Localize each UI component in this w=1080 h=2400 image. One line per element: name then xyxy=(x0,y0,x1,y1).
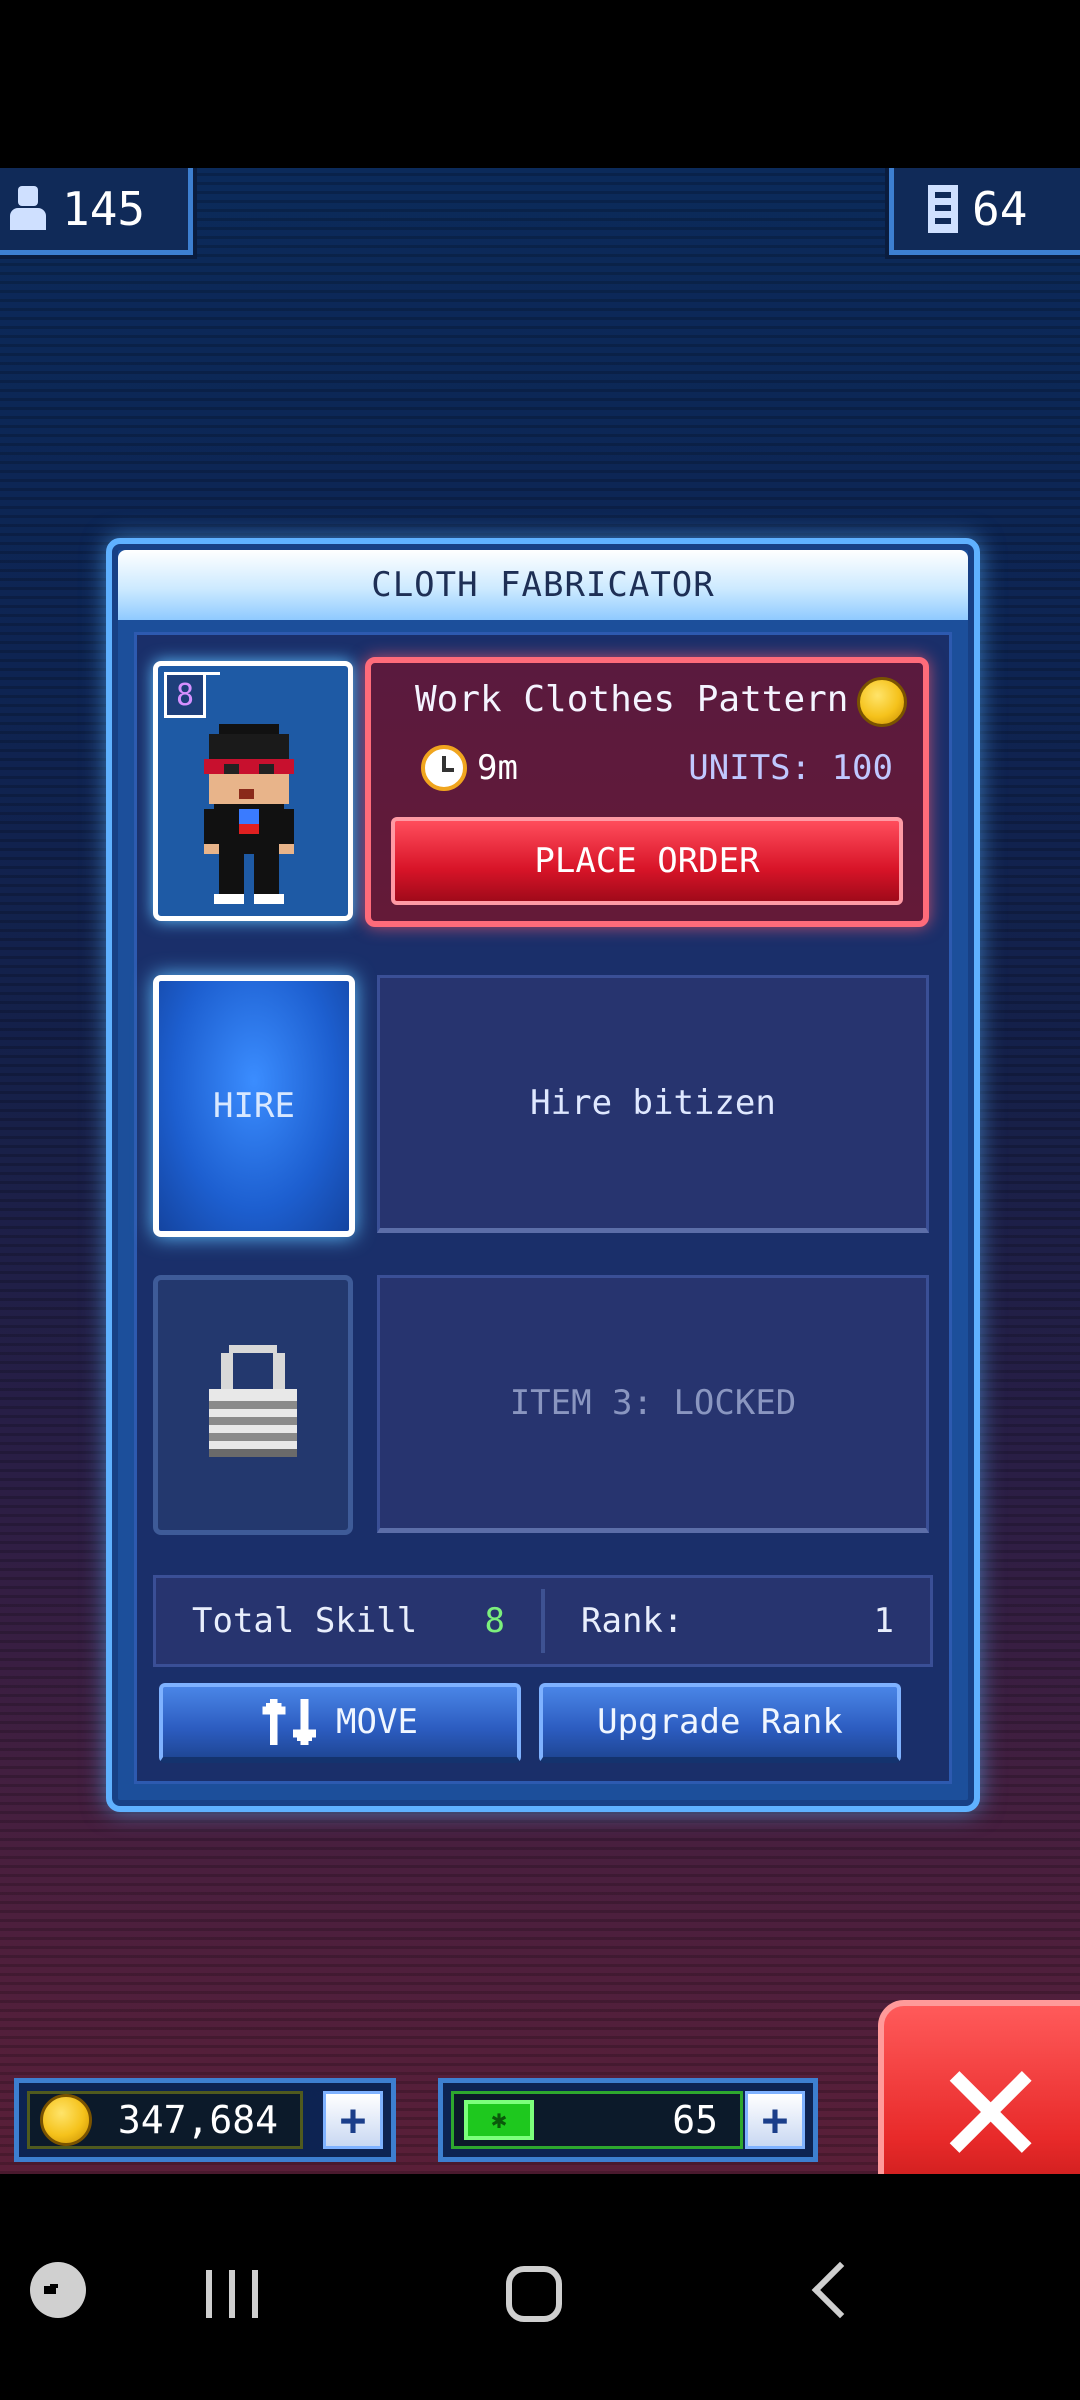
rank-value: 1 xyxy=(873,1601,894,1641)
coin-icon xyxy=(40,2094,92,2146)
order-units: UNITS: 100 xyxy=(688,748,893,788)
recent-apps-button[interactable] xyxy=(206,2270,258,2318)
building-icon xyxy=(928,185,958,233)
floor-detail-panel: CLOTH FABRICATOR 8 Work Clothes Pattern … xyxy=(106,538,980,1812)
worker-slot[interactable]: 8 xyxy=(153,661,353,921)
population-value: 145 xyxy=(62,182,146,236)
person-icon xyxy=(8,186,48,232)
home-button[interactable] xyxy=(506,2266,562,2322)
coins-counter: 347,684 + xyxy=(14,2078,396,2162)
order-card: Work Clothes Pattern 9m UNITS: 100 PLACE… xyxy=(365,657,929,927)
lock-icon xyxy=(209,1345,297,1457)
game-screen: 145 64 CLOTH FABRICATOR 8 Work Clothes P… xyxy=(0,168,1080,2174)
total-skill-label: Total Skill xyxy=(192,1601,418,1641)
bux-counter: ✱ 65 + xyxy=(438,2078,818,2162)
order-info-row: 9m UNITS: 100 xyxy=(421,741,893,795)
game-launcher-icon[interactable] xyxy=(30,2262,86,2318)
locked-item-card: ITEM 3: LOCKED xyxy=(377,1275,929,1533)
coin-icon xyxy=(857,677,907,727)
rank-label: Rank: xyxy=(581,1601,684,1641)
order-item-name: Work Clothes Pattern xyxy=(415,679,849,720)
move-arrows-icon xyxy=(262,1699,317,1745)
worker-level-badge: 8 xyxy=(164,672,206,718)
total-skill-value: 8 xyxy=(484,1601,505,1641)
close-button[interactable]: ✕ xyxy=(878,2000,1080,2174)
add-bux-button[interactable]: + xyxy=(745,2091,805,2149)
move-button[interactable]: MOVE xyxy=(159,1683,521,1763)
place-order-button[interactable]: PLACE ORDER xyxy=(391,817,903,905)
android-nav-bar xyxy=(0,2174,1080,2400)
bitizen-avatar xyxy=(204,724,294,904)
close-icon: ✕ xyxy=(932,2034,1050,2175)
clock-icon xyxy=(421,745,467,791)
panel-body: 8 Work Clothes Pattern 9m UNITS: 100 PLA… xyxy=(134,632,952,1784)
floors-value: 64 xyxy=(972,182,1028,236)
locked-slot xyxy=(153,1275,353,1535)
order-time: 9m xyxy=(477,748,518,788)
upgrade-rank-button[interactable]: Upgrade Rank xyxy=(539,1683,901,1763)
coins-value: 347,684 xyxy=(117,2098,278,2142)
panel-title: CLOTH FABRICATOR xyxy=(118,550,968,620)
floor-counter: 64 xyxy=(889,168,1080,255)
bux-icon: ✱ xyxy=(464,2100,534,2140)
add-coins-button[interactable]: + xyxy=(323,2091,383,2149)
hire-bitizen-card[interactable]: Hire bitizen xyxy=(377,975,929,1233)
bux-value: 65 xyxy=(672,2098,718,2142)
hire-button[interactable]: HIRE xyxy=(153,975,355,1237)
population-counter: 145 xyxy=(0,168,193,255)
back-button[interactable] xyxy=(811,2261,869,2319)
stats-bar: Total Skill 8 Rank: 1 xyxy=(153,1575,933,1667)
move-button-label: MOVE xyxy=(336,1702,418,1742)
